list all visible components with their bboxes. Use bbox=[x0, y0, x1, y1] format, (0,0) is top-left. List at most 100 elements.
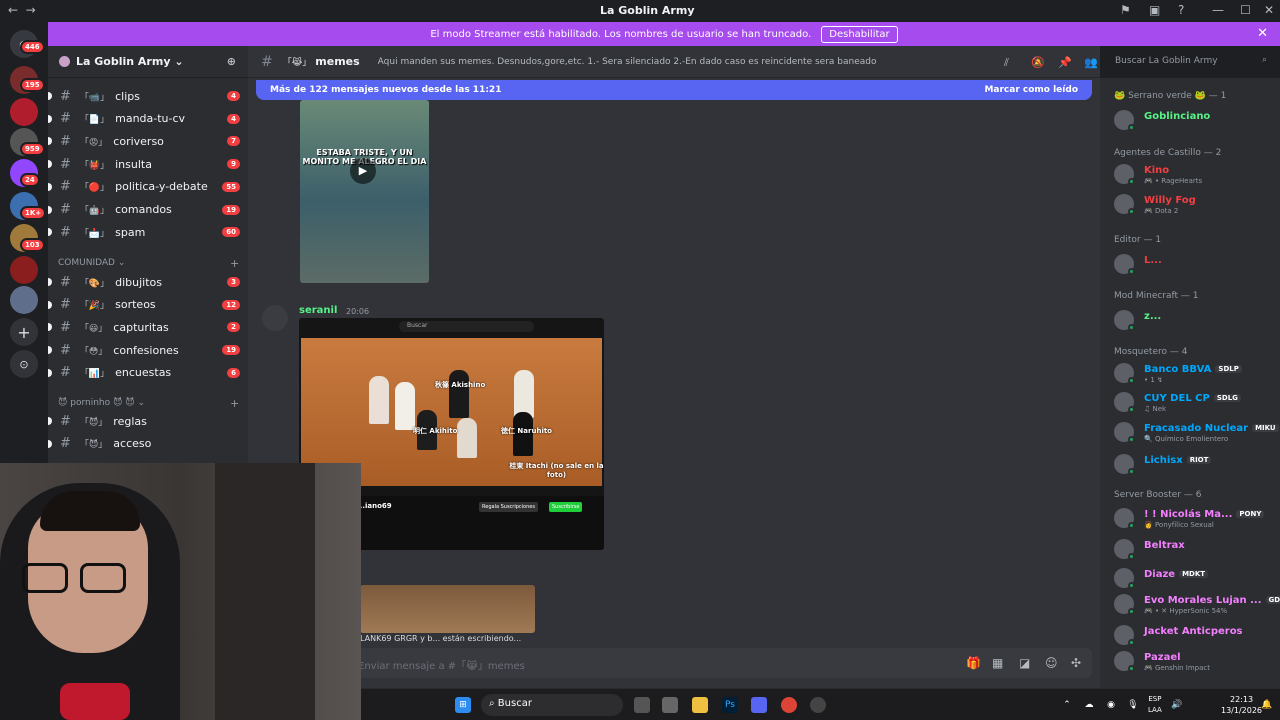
channel-emoji: 「🤖」 bbox=[79, 206, 110, 216]
new-messages-bar[interactable]: Más de 122 mensajes nuevos desde las 11:… bbox=[256, 80, 1092, 100]
member-item[interactable]: Evo Morales Lujan ... GD 🎮 • ✕ HyperSonic … bbox=[1114, 594, 1280, 620]
search-input[interactable]: Buscar La Goblin Army ⌕ bbox=[1110, 53, 1272, 71]
member-item[interactable]: Fracasado Nuclear MIKU 🔍 Químico Emoliente… bbox=[1114, 422, 1279, 448]
member-item[interactable]: Kino 🎮 • RageHearts bbox=[1114, 164, 1274, 190]
channel-item[interactable]: # 「😃」 capturitas 2 bbox=[48, 316, 248, 338]
server-header[interactable]: La Goblin Army ⌄ ⊕ bbox=[48, 46, 248, 78]
hash-icon: # bbox=[60, 202, 71, 217]
add-channel-icon[interactable]: + bbox=[230, 257, 239, 270]
video-attachment[interactable]: ESTABA TRISTE, Y UN MONITO ME ALEGRO EL … bbox=[300, 100, 429, 283]
member-activity: 🎮 • ✕ HyperSonic 54% bbox=[1144, 607, 1228, 615]
language-indicator[interactable]: ESP LAA bbox=[1148, 694, 1162, 716]
threads-icon[interactable]: ⫽ bbox=[1004, 56, 1009, 70]
hash-icon: # bbox=[60, 319, 71, 335]
channel-item[interactable]: # 「😈」 reglas bbox=[48, 410, 248, 432]
taskbar-search-label: Buscar bbox=[497, 698, 532, 709]
channel-item[interactable]: # 「🎨」 dibujitos 3 bbox=[48, 271, 248, 293]
photoshop-icon[interactable]: Ps bbox=[722, 697, 738, 713]
channel-topic[interactable]: Aqui manden sus memes. Desnudos,gore,etc… bbox=[378, 57, 1008, 67]
member-item[interactable]: Beltrax bbox=[1114, 539, 1274, 565]
category-porninho[interactable]: 😈 porninho 😈 😈 ⌄ + bbox=[58, 397, 239, 410]
server-icon-2[interactable] bbox=[10, 98, 38, 126]
channel-item[interactable]: # 「😈」 acceso bbox=[48, 433, 248, 455]
discord-icon[interactable] bbox=[751, 697, 767, 713]
channel-item[interactable]: # 「🔴」 politica-y-debate 55 bbox=[48, 176, 248, 198]
close-banner-icon[interactable]: ✕ bbox=[1257, 26, 1268, 41]
channel-item[interactable]: # 「🎉」 sorteos 12 bbox=[48, 294, 248, 316]
member-item[interactable]: L... bbox=[1114, 254, 1274, 280]
unread-indicator bbox=[48, 114, 52, 123]
channel-item[interactable]: # 「🤖」 comandos 19 bbox=[48, 199, 248, 221]
channel-item[interactable]: # 「📄」 manda-tu-cv 4 bbox=[48, 108, 248, 130]
task-view-icon[interactable] bbox=[634, 697, 650, 713]
discover-icon[interactable]: ⊙ bbox=[10, 350, 38, 378]
member-item[interactable]: ! ! Nicolás Ma... PONY 👩 Ponyfílico Sexual bbox=[1114, 508, 1274, 534]
emoji-icon[interactable]: ☺ bbox=[1045, 656, 1058, 670]
channel-item[interactable]: # 「👹」 insulta 9 bbox=[48, 153, 248, 175]
mark-as-read-button[interactable]: Marcar como leído bbox=[984, 85, 1078, 95]
member-item[interactable]: Goblinciano bbox=[1114, 110, 1274, 136]
avatar[interactable] bbox=[262, 305, 288, 331]
taskbar-search[interactable]: ⌕ Buscar bbox=[481, 694, 623, 716]
maximize-icon[interactable]: ☐ bbox=[1240, 3, 1251, 17]
member-item[interactable]: Banco BBVA SDLP • 1 ↯ bbox=[1114, 363, 1274, 389]
member-group-header: Mod Minecraft — 1 bbox=[1114, 291, 1199, 301]
unread-indicator bbox=[48, 368, 52, 377]
back-forward-icons[interactable]: ← → bbox=[8, 3, 36, 17]
channel-item[interactable]: # 「😳」 confesiones 19 bbox=[48, 339, 248, 361]
channel-item[interactable]: # 「😡」 coriverso 7 bbox=[48, 130, 248, 152]
volume-icon[interactable]: 🔊 bbox=[1169, 697, 1185, 713]
inbox-icon[interactable]: ⚑ bbox=[1120, 3, 1131, 17]
member-item[interactable]: Willy Fog 🎮 Dota 2 bbox=[1114, 194, 1274, 220]
mic-icon[interactable]: 🎙 bbox=[1125, 697, 1141, 713]
person-figure bbox=[449, 370, 469, 418]
member-item[interactable]: Lichisx RIOT bbox=[1114, 454, 1274, 480]
file-explorer-icon[interactable] bbox=[692, 697, 708, 713]
screen-icon[interactable]: ▣ bbox=[1149, 3, 1160, 17]
notifications-icon[interactable]: 🔕 bbox=[1031, 56, 1045, 69]
member-item[interactable]: Diaze MDKT bbox=[1114, 568, 1274, 594]
invite-icon[interactable]: ⊕ bbox=[227, 55, 236, 68]
apps-icon[interactable]: ✣ bbox=[1071, 656, 1081, 670]
chrome-icon[interactable] bbox=[781, 697, 797, 713]
tray-arrow-icon[interactable]: ⌃ bbox=[1059, 697, 1075, 713]
gift-icon[interactable]: 🎁 bbox=[966, 656, 981, 670]
embed-search: Buscar bbox=[399, 321, 534, 332]
channel-item[interactable]: # 「📹」 clips 4 bbox=[48, 85, 248, 107]
members-icon[interactable]: 👥 bbox=[1084, 56, 1098, 69]
add-server-icon[interactable]: + bbox=[10, 318, 38, 346]
channel-item[interactable]: # 「📩」 spam 60 bbox=[48, 221, 248, 243]
play-icon[interactable]: ▶ bbox=[350, 158, 376, 184]
category-comunidad[interactable]: COMUNIDAD ⌄ + bbox=[58, 257, 239, 270]
add-channel-icon[interactable]: + bbox=[230, 397, 239, 410]
channel-item[interactable]: # 「📊」 encuestas 6 bbox=[48, 362, 248, 384]
member-item[interactable]: CUY DEL CP SDLG ♫ Nek bbox=[1114, 392, 1274, 418]
disable-button[interactable]: Deshabilitar bbox=[821, 25, 898, 43]
message-author[interactable]: seranil bbox=[299, 305, 337, 316]
start-icon[interactable]: ⊞ bbox=[455, 697, 471, 713]
notification-bell-icon[interactable]: 🔔 bbox=[1259, 697, 1275, 713]
member-item[interactable]: Pazael 🎮 Genshin Impact bbox=[1114, 651, 1274, 677]
minimize-icon[interactable]: — bbox=[1212, 3, 1224, 17]
tray-icon[interactable]: ◉ bbox=[1103, 697, 1119, 713]
help-icon[interactable]: ? bbox=[1178, 3, 1184, 17]
member-item[interactable]: z... bbox=[1114, 310, 1274, 336]
app-icon[interactable] bbox=[662, 697, 678, 713]
channel-label: manda-tu-cv bbox=[115, 112, 186, 126]
app-icon[interactable] bbox=[810, 697, 826, 713]
tray-icon[interactable]: ☁ bbox=[1081, 697, 1097, 713]
clock[interactable]: 22:13 13/1/2026 bbox=[1221, 694, 1262, 716]
server-icon-8[interactable] bbox=[10, 286, 38, 314]
message-composer[interactable]: Enviar mensaje a #「😹」memes 🎁 ▦ ◪ ☺ ✣ bbox=[256, 648, 1092, 678]
member-item[interactable]: Jacket Anticperos bbox=[1114, 625, 1274, 651]
close-window-icon[interactable]: ✕ bbox=[1264, 3, 1274, 17]
server-icon-7[interactable] bbox=[10, 256, 38, 284]
pin-icon[interactable]: 📌 bbox=[1058, 56, 1072, 69]
image-attachment-2[interactable] bbox=[360, 585, 535, 633]
mention-badge: 2 bbox=[227, 322, 240, 333]
sticker-icon[interactable]: ◪ bbox=[1019, 656, 1030, 670]
channel-label: politica-y-debate bbox=[115, 180, 208, 194]
gif-icon[interactable]: ▦ bbox=[992, 656, 1003, 670]
unread-indicator bbox=[48, 205, 52, 214]
background-door bbox=[215, 463, 315, 720]
